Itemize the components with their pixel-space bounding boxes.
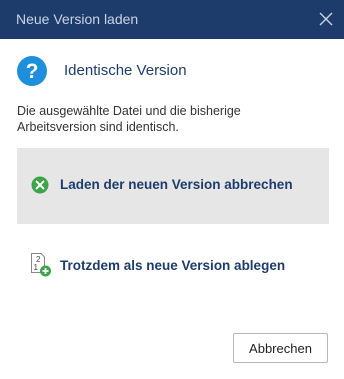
description-text: Die ausgewählte Datei und die bisherige … (17, 104, 241, 134)
close-icon[interactable] (317, 10, 335, 28)
save-as-new-version-option[interactable]: 2 1 Trotzdem als neue Version ablegen (17, 228, 329, 304)
cancel-load-option[interactable]: Laden der neuen Version abbrechen (17, 148, 329, 224)
new-version-icon: 2 1 (31, 253, 51, 277)
cancel-load-label: Laden der neuen Version abbrechen (60, 177, 293, 192)
svg-text:1: 1 (34, 263, 39, 272)
question-icon: ? (17, 56, 47, 86)
save-as-new-version-label: Trotzdem als neue Version ablegen (60, 258, 286, 273)
dialog-title: Neue Version laden (16, 11, 139, 27)
cancel-circle-icon (31, 176, 49, 194)
svg-text:?: ? (26, 60, 39, 83)
cancel-button[interactable]: Abbrechen (233, 333, 328, 363)
header-text: Identische Version (64, 62, 187, 79)
title-bar: Neue Version laden (0, 0, 344, 39)
